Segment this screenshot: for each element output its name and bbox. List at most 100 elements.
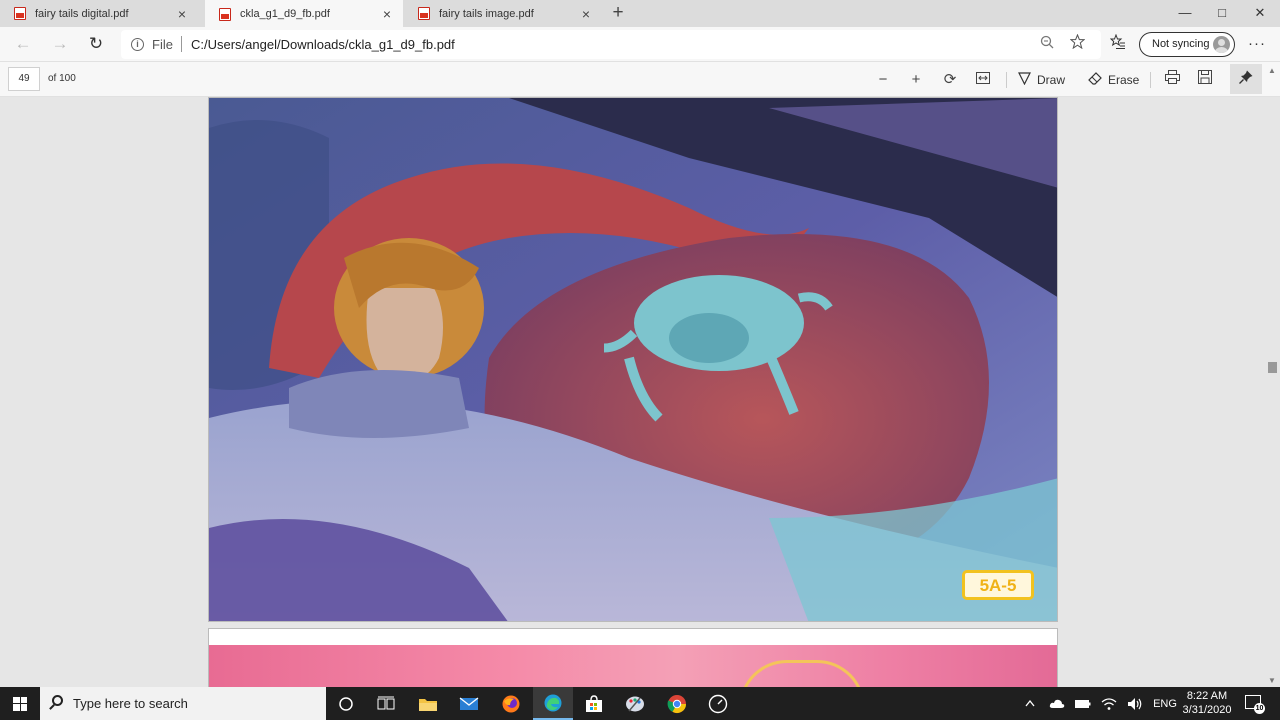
tab-strip: fairy tails digital.pdf × ckla_g1_d9_fb.… <box>0 0 1280 28</box>
pdf-page: 5A-5 <box>208 97 1058 622</box>
cortana-button[interactable] <box>326 687 366 720</box>
page-illustration <box>209 98 1057 621</box>
sync-label: Not syncing <box>1152 38 1210 50</box>
paint-button[interactable] <box>615 687 655 720</box>
chevron-up-icon <box>1025 700 1035 707</box>
file-explorer-button[interactable] <box>408 687 448 720</box>
app-button[interactable] <box>698 687 738 720</box>
tab-fairy-tails-image[interactable]: fairy tails image.pdf × <box>404 0 602 27</box>
edge-button[interactable] <box>533 687 573 720</box>
tab-ckla[interactable]: ckla_g1_d9_fb.pdf × <box>205 0 403 28</box>
page-number-input[interactable]: 49 <box>8 67 40 91</box>
tab-title: ckla_g1_d9_fb.pdf <box>240 8 330 20</box>
print-button[interactable] <box>1160 68 1184 92</box>
volume-tray-button[interactable] <box>1124 687 1146 720</box>
palette-icon <box>626 696 644 711</box>
speedometer-icon <box>708 694 728 713</box>
more-menu-button[interactable]: ··· <box>1246 34 1268 56</box>
battery-icon <box>1075 699 1091 708</box>
tab-close-button[interactable]: × <box>578 6 594 22</box>
task-view-icon <box>377 696 395 709</box>
tab-title: fairy tails digital.pdf <box>35 7 129 20</box>
divider <box>181 36 182 52</box>
mail-button[interactable] <box>449 687 489 720</box>
pdf-toolbar: 49 of 100 − + ⟳ Draw Erase <box>0 62 1280 97</box>
input-language[interactable]: ENG <box>1150 687 1180 720</box>
refresh-button[interactable]: ↻ <box>83 32 109 56</box>
tab-close-button[interactable]: × <box>379 6 395 22</box>
minimize-button[interactable]: — <box>1166 0 1204 27</box>
info-icon[interactable]: i <box>131 38 144 51</box>
zoom-icon[interactable] <box>1037 34 1057 54</box>
erase-button[interactable]: Erase <box>1088 68 1139 92</box>
tab-close-button[interactable]: × <box>174 6 190 22</box>
rotate-button[interactable]: ⟳ <box>938 68 962 92</box>
battery-tray-button[interactable] <box>1072 687 1094 720</box>
draw-label: Draw <box>1037 73 1066 87</box>
draw-button[interactable]: Draw <box>1018 68 1065 92</box>
pdf-viewport[interactable]: 5A-5 <box>0 97 1280 687</box>
url-text[interactable]: C:/Users/angel/Downloads/ckla_g1_d9_fb.p… <box>191 37 455 52</box>
taskbar-search-box[interactable]: Type here to search <box>40 687 326 720</box>
scroll-up-arrow[interactable]: ▲ <box>1268 66 1276 75</box>
scroll-down-arrow[interactable]: ▼ <box>1268 676 1276 685</box>
windows-icon <box>13 696 27 711</box>
firefox-icon <box>502 695 520 712</box>
edge-icon <box>544 694 562 711</box>
onedrive-tray-button[interactable] <box>1046 687 1068 720</box>
show-hidden-icons-button[interactable] <box>1020 687 1040 720</box>
mail-icon <box>459 696 479 710</box>
page-illustration <box>209 645 1057 687</box>
card-label: 5A-5 <box>962 570 1034 600</box>
tab-title: fairy tails image.pdf <box>439 7 534 20</box>
zoom-in-button[interactable]: + <box>904 68 928 92</box>
eraser-icon <box>1088 72 1102 88</box>
divider <box>1150 72 1151 88</box>
scrollbar-thumb[interactable] <box>1268 362 1277 373</box>
search-icon <box>52 695 63 706</box>
pdf-file-icon <box>219 7 231 21</box>
star-icon[interactable] <box>1067 33 1087 54</box>
network-tray-button[interactable] <box>1098 687 1120 720</box>
pdf-page-next <box>208 628 1058 687</box>
tab-fairy-tails-digital[interactable]: fairy tails digital.pdf × <box>0 0 198 27</box>
new-tab-button[interactable]: + <box>607 2 629 24</box>
clock-time: 8:22 AM <box>1186 690 1228 702</box>
zoom-out-button[interactable]: − <box>871 68 895 92</box>
favorites-list-icon[interactable] <box>1107 33 1129 56</box>
store-button[interactable] <box>574 687 614 720</box>
taskbar: Type here to search ENG 8:22 AM 3/31/202… <box>0 687 1280 720</box>
notification-count: 10 <box>1254 703 1265 714</box>
folder-icon <box>419 698 437 711</box>
forward-button[interactable]: → <box>47 32 73 56</box>
start-button[interactable] <box>0 687 40 720</box>
draw-icon <box>1018 72 1031 88</box>
chrome-button[interactable] <box>657 687 697 720</box>
pin-toolbar-button[interactable] <box>1230 64 1262 94</box>
clock[interactable]: 8:22 AM 3/31/2020 <box>1180 689 1234 717</box>
cloud-icon <box>1049 699 1065 708</box>
maximize-button[interactable]: □ <box>1203 0 1241 27</box>
scheme-label: File <box>152 37 173 52</box>
speaker-icon <box>1128 697 1142 710</box>
firefox-button[interactable] <box>491 687 531 720</box>
search-placeholder: Type here to search <box>73 696 188 711</box>
fit-page-button[interactable] <box>971 68 995 92</box>
address-bar: ← → ↻ i File C:/Users/angel/Downloads/ck… <box>0 27 1280 62</box>
url-field[interactable]: i File C:/Users/angel/Downloads/ckla_g1_… <box>121 30 1101 59</box>
pdf-file-icon <box>418 7 430 20</box>
cortana-icon <box>339 696 353 711</box>
pdf-file-icon <box>14 7 26 20</box>
wifi-icon <box>1101 697 1117 710</box>
store-icon <box>586 694 602 712</box>
sync-button[interactable]: Not syncing <box>1139 32 1235 57</box>
divider <box>1006 72 1007 88</box>
avatar <box>1213 36 1230 53</box>
save-button[interactable] <box>1193 68 1217 92</box>
close-window-button[interactable]: ✕ <box>1241 0 1279 27</box>
erase-label: Erase <box>1108 73 1140 87</box>
chrome-icon <box>667 694 686 713</box>
task-view-button[interactable] <box>366 687 406 720</box>
page-count: of 100 <box>48 73 76 84</box>
back-button[interactable]: ← <box>10 32 36 56</box>
